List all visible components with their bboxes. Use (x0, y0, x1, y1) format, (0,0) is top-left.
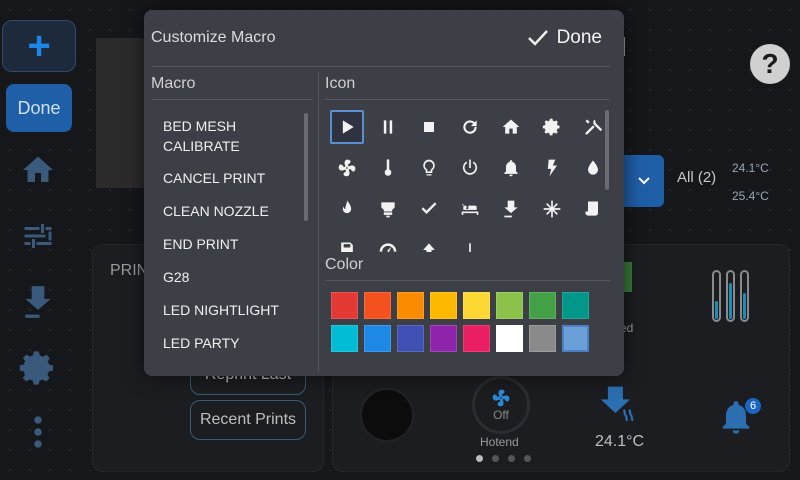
color-swatch[interactable] (529, 325, 556, 352)
icon-header: Icon (325, 75, 356, 92)
led-slider-3[interactable] (740, 270, 749, 322)
gear-icon[interactable] (18, 348, 58, 388)
temp-reading-2: 25.4°C (732, 189, 769, 203)
extrude-icon[interactable] (18, 282, 58, 322)
notification-badge: 6 (745, 398, 761, 414)
color-swatch[interactable] (331, 292, 358, 319)
line-icon[interactable] (453, 233, 487, 252)
macro-item[interactable]: END PRINT (151, 227, 301, 260)
fan-state: Off (493, 408, 509, 422)
color-swatch[interactable] (496, 325, 523, 352)
column-divider (318, 72, 319, 372)
page-indicator (476, 455, 531, 462)
chevron-down-icon (638, 177, 650, 185)
print-card-title: PRIN (110, 262, 149, 279)
macro-item[interactable]: LED PARTY (151, 326, 301, 359)
color-swatch[interactable] (397, 325, 424, 352)
home-icon[interactable] (18, 150, 58, 190)
scroll-icon[interactable] (576, 192, 610, 226)
gear-icon[interactable] (535, 110, 569, 144)
save-icon[interactable] (330, 233, 364, 252)
temp-reading-1: 24.1°C (732, 161, 769, 175)
dialog-title: Customize Macro (151, 29, 276, 46)
speed-icon[interactable] (371, 233, 405, 252)
stop-icon[interactable] (412, 110, 446, 144)
led-slider-1[interactable] (712, 270, 721, 322)
color-swatch[interactable] (463, 325, 490, 352)
color-swatch[interactable] (529, 292, 556, 319)
home-icon[interactable] (494, 110, 528, 144)
color-swatch[interactable] (562, 292, 589, 319)
lightning-icon[interactable] (535, 151, 569, 185)
macro-item[interactable]: CANCEL PRINT (151, 161, 301, 194)
macro-list[interactable]: BED MESH CALIBRATE CANCEL PRINT CLEAN NO… (151, 110, 301, 372)
color-header-line (325, 280, 610, 281)
customize-macro-dialog: Customize Macro Done Macro Icon BED MESH… (144, 10, 624, 376)
color-swatch[interactable] (430, 325, 457, 352)
printer-head-icon[interactable] (371, 192, 405, 226)
check-icon[interactable] (412, 192, 446, 226)
flame-icon[interactable] (330, 192, 364, 226)
bed-icon[interactable] (453, 192, 487, 226)
icon-header-line (325, 99, 610, 100)
color-swatch[interactable] (364, 292, 391, 319)
color-swatch[interactable] (397, 292, 424, 319)
hotend-label: Hotend (480, 435, 519, 449)
power-icon[interactable] (453, 151, 487, 185)
done-nav-button[interactable]: Done (6, 84, 72, 132)
recent-prints-button[interactable]: Recent Prints (190, 400, 306, 440)
refresh-icon[interactable] (453, 110, 487, 144)
color-swatch[interactable] (331, 325, 358, 352)
play-icon[interactable] (330, 110, 364, 144)
icon-scrollbar[interactable] (605, 110, 609, 190)
all-printers-label: All (2) (677, 169, 717, 186)
macro-header: Macro (151, 75, 196, 92)
filament-spool-icon[interactable] (360, 388, 414, 442)
lightbulb-icon[interactable] (412, 151, 446, 185)
hotend-temp: 24.1°C (595, 433, 645, 450)
color-swatch[interactable] (562, 325, 589, 352)
up-icon[interactable] (412, 233, 446, 252)
side-nav: + Done (0, 0, 76, 480)
color-swatch[interactable] (463, 292, 490, 319)
fan-icon (492, 389, 510, 407)
macro-item[interactable]: G28 (151, 260, 301, 293)
done-button[interactable]: Done (527, 27, 602, 49)
macro-header-line (151, 99, 313, 100)
thermometer-icon[interactable] (371, 151, 405, 185)
led-slider-2[interactable] (726, 270, 735, 322)
help-icon[interactable]: ? (750, 44, 790, 84)
color-header: Color (325, 256, 364, 273)
macro-item[interactable]: LED NIGHTLIGHT (151, 293, 301, 326)
color-swatch[interactable] (430, 292, 457, 319)
color-swatch[interactable] (364, 325, 391, 352)
tune-icon[interactable] (18, 216, 58, 256)
bell-icon[interactable] (494, 151, 528, 185)
extrude-icon[interactable] (494, 192, 528, 226)
header-divider (151, 66, 610, 67)
snowflake-icon[interactable] (535, 192, 569, 226)
printer-select-dropdown[interactable] (624, 155, 664, 207)
check-icon (527, 30, 548, 46)
fan-icon[interactable] (330, 151, 364, 185)
fan-gauge[interactable]: Off (472, 376, 530, 434)
add-button[interactable]: + (2, 20, 76, 72)
more-icon[interactable] (18, 412, 58, 452)
extrude-heat-icon[interactable] (598, 384, 642, 433)
macro-item[interactable]: CLEAN NOZZLE (151, 194, 301, 227)
pause-icon[interactable] (371, 110, 405, 144)
color-swatch[interactable] (496, 292, 523, 319)
macro-item[interactable]: BED MESH CALIBRATE (151, 110, 261, 161)
icon-grid (330, 110, 610, 252)
macro-scrollbar[interactable] (304, 113, 308, 221)
